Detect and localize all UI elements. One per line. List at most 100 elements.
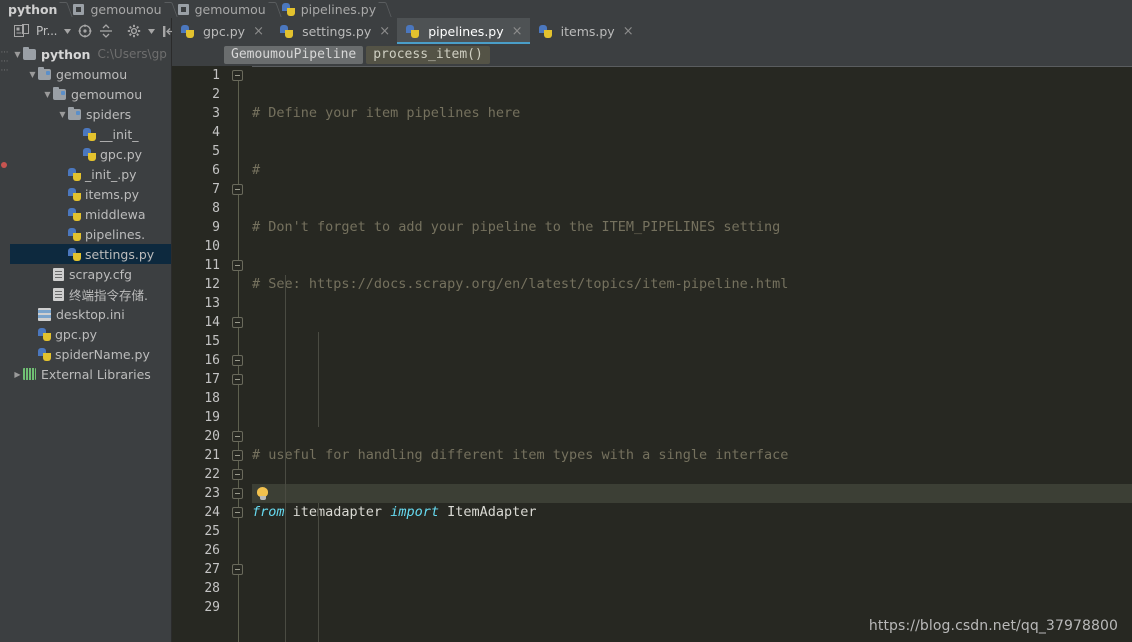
fold-toggle-icon[interactable] — [232, 317, 243, 328]
code-editor[interactable]: 1 2 3 4 5 6 7 8 9 10 11 12 13 14 15 16 1… — [172, 66, 1132, 642]
chevron-down-icon[interactable] — [64, 28, 72, 34]
python-file-icon — [538, 24, 552, 38]
tree-label: gemoumou — [71, 86, 143, 102]
config-file-icon — [53, 267, 64, 281]
python-file-icon — [68, 247, 81, 261]
tree-item-gpc-py-spiders[interactable]: gpc.py — [0, 144, 171, 164]
python-file-icon — [181, 24, 194, 38]
tab-settings-py[interactable]: settings.py × — [271, 18, 398, 44]
close-icon[interactable]: × — [379, 25, 390, 38]
project-toolbar-label[interactable]: Pr... — [36, 24, 58, 38]
fold-toggle-icon[interactable] — [232, 184, 243, 195]
indent-guide — [318, 332, 319, 389]
tree-item-external-libraries[interactable]: ▶ External Libraries — [0, 364, 171, 384]
tree-label: desktop.ini — [56, 306, 125, 322]
editor-fold-column[interactable] — [228, 66, 268, 642]
close-icon[interactable]: × — [623, 25, 634, 38]
tool-window-stripe[interactable]: ⋮⋮⋮ — [0, 44, 10, 642]
tree-item-gemoumou-2[interactable]: ▼ gemoumou — [0, 84, 171, 104]
chevron-down-icon[interactable] — [148, 28, 156, 34]
tree-item-init-py[interactable]: _init_.py — [0, 164, 171, 184]
tree-item-gemoumou-1[interactable]: ▼ gemoumou — [0, 64, 171, 84]
tree-item-gpc-py-root[interactable]: gpc.py — [0, 324, 171, 344]
code-content[interactable]: # Define your item pipelines here # # Do… — [252, 66, 1132, 642]
line-number: 7 — [212, 182, 220, 197]
tree-item-terminal-commands[interactable]: 终端指令存储. — [0, 284, 171, 304]
tree-item-spiders-init[interactable]: __init_ — [0, 124, 171, 144]
breadcrumb-function-chip[interactable]: process_item() — [366, 46, 490, 64]
settings-gear-icon[interactable] — [127, 24, 141, 38]
line-number: 9 — [212, 220, 220, 235]
tree-item-scrapy-cfg[interactable]: scrapy.cfg — [0, 264, 171, 284]
config-file-icon — [53, 287, 64, 301]
tree-label: spiders — [86, 106, 132, 122]
project-tree[interactable]: ▼ python C:\Users\gp ▼ gemoumou ▼ gemoum… — [0, 44, 172, 642]
locate-icon[interactable] — [78, 24, 92, 38]
fold-toggle-icon[interactable] — [232, 450, 243, 461]
python-file-icon — [281, 2, 295, 16]
tree-item-settings-py[interactable]: settings.py — [0, 244, 171, 264]
indent-guide — [318, 389, 319, 427]
tab-gpc-py[interactable]: gpc.py × — [172, 18, 272, 44]
folder-icon — [23, 46, 36, 60]
chevron-right-icon[interactable]: ▶ — [12, 370, 23, 379]
fold-toggle-icon[interactable] — [232, 488, 243, 499]
line-number: 24 — [204, 505, 220, 520]
line-number: 1 — [212, 68, 220, 83]
fold-toggle-icon[interactable] — [232, 355, 243, 366]
line-number: 4 — [212, 125, 220, 140]
close-icon[interactable]: × — [253, 25, 264, 38]
breadcrumb-item-3[interactable]: pipelines.py — [281, 0, 378, 18]
tree-item-items-py[interactable]: items.py — [0, 184, 171, 204]
tab-label: items.py — [560, 23, 615, 39]
folder-blue-icon — [53, 86, 66, 100]
fold-toggle-icon[interactable] — [232, 469, 243, 480]
tree-label: settings.py — [85, 246, 155, 262]
fold-toggle-icon[interactable] — [232, 374, 243, 385]
tree-label: pipelines. — [85, 226, 146, 242]
breadcrumb-item-project[interactable]: python — [6, 0, 59, 18]
collapse-all-icon[interactable] — [99, 24, 113, 38]
tree-item-spidername-py[interactable]: spiderName.py — [0, 344, 171, 364]
structure-breadcrumb: GemoumouPipeline process_item() — [172, 44, 1132, 66]
tree-item-python[interactable]: ▼ python C:\Users\gp — [0, 44, 171, 64]
project-view-icon[interactable] — [14, 24, 29, 38]
fold-toggle-icon[interactable] — [232, 431, 243, 442]
tree-item-middlewares-py[interactable]: middlewa — [0, 204, 171, 224]
breakpoint-icon[interactable] — [1, 162, 7, 168]
tree-item-desktop-ini[interactable]: desktop.ini — [0, 304, 171, 324]
chevron-down-icon[interactable]: ▼ — [42, 90, 53, 99]
fold-toggle-icon[interactable] — [232, 260, 243, 271]
tree-item-pipelines-py[interactable]: pipelines. — [0, 224, 171, 244]
close-icon[interactable]: × — [512, 25, 523, 38]
line-number: 2 — [212, 87, 220, 102]
indent-guide — [318, 503, 319, 642]
tree-label: gpc.py — [55, 326, 98, 342]
python-file-icon — [38, 327, 51, 341]
watermark-url: https://blog.csdn.net/qq_37978800 — [868, 618, 1118, 634]
editor-gutter[interactable]: 1 2 3 4 5 6 7 8 9 10 11 12 13 14 15 16 1… — [172, 66, 228, 642]
tab-items-py[interactable]: items.py × — [529, 18, 641, 44]
tab-pipelines-py[interactable]: pipelines.py × — [397, 18, 531, 44]
tree-item-spiders[interactable]: ▼ spiders — [0, 104, 171, 124]
line-number: 19 — [204, 410, 220, 425]
breadcrumb-item-2[interactable]: gemoumou — [177, 0, 268, 18]
python-file-icon — [83, 147, 96, 161]
fold-toggle-icon[interactable] — [232, 507, 243, 518]
editor-tab-bar: gpc.py × settings.py × pipelines.py × it… — [172, 18, 1132, 44]
fold-region-line — [237, 76, 239, 191]
breadcrumb-item-1[interactable]: gemoumou — [73, 0, 163, 18]
breadcrumb-class-chip[interactable]: GemoumouPipeline — [224, 46, 364, 64]
line-number: 5 — [212, 144, 220, 159]
line-number: 26 — [204, 543, 220, 558]
tree-label: python — [41, 46, 91, 62]
breadcrumb-label-1: gemoumou — [90, 1, 162, 17]
pycharm-window: python gemoumou gemoumou pipelines.py Pr… — [0, 0, 1132, 642]
chevron-down-icon[interactable]: ▼ — [27, 70, 38, 79]
chevron-down-icon[interactable]: ▼ — [57, 110, 68, 119]
fold-toggle-icon[interactable] — [232, 564, 243, 575]
library-icon — [23, 368, 36, 380]
fold-toggle-icon[interactable] — [232, 70, 243, 81]
chevron-down-icon[interactable]: ▼ — [12, 50, 23, 59]
